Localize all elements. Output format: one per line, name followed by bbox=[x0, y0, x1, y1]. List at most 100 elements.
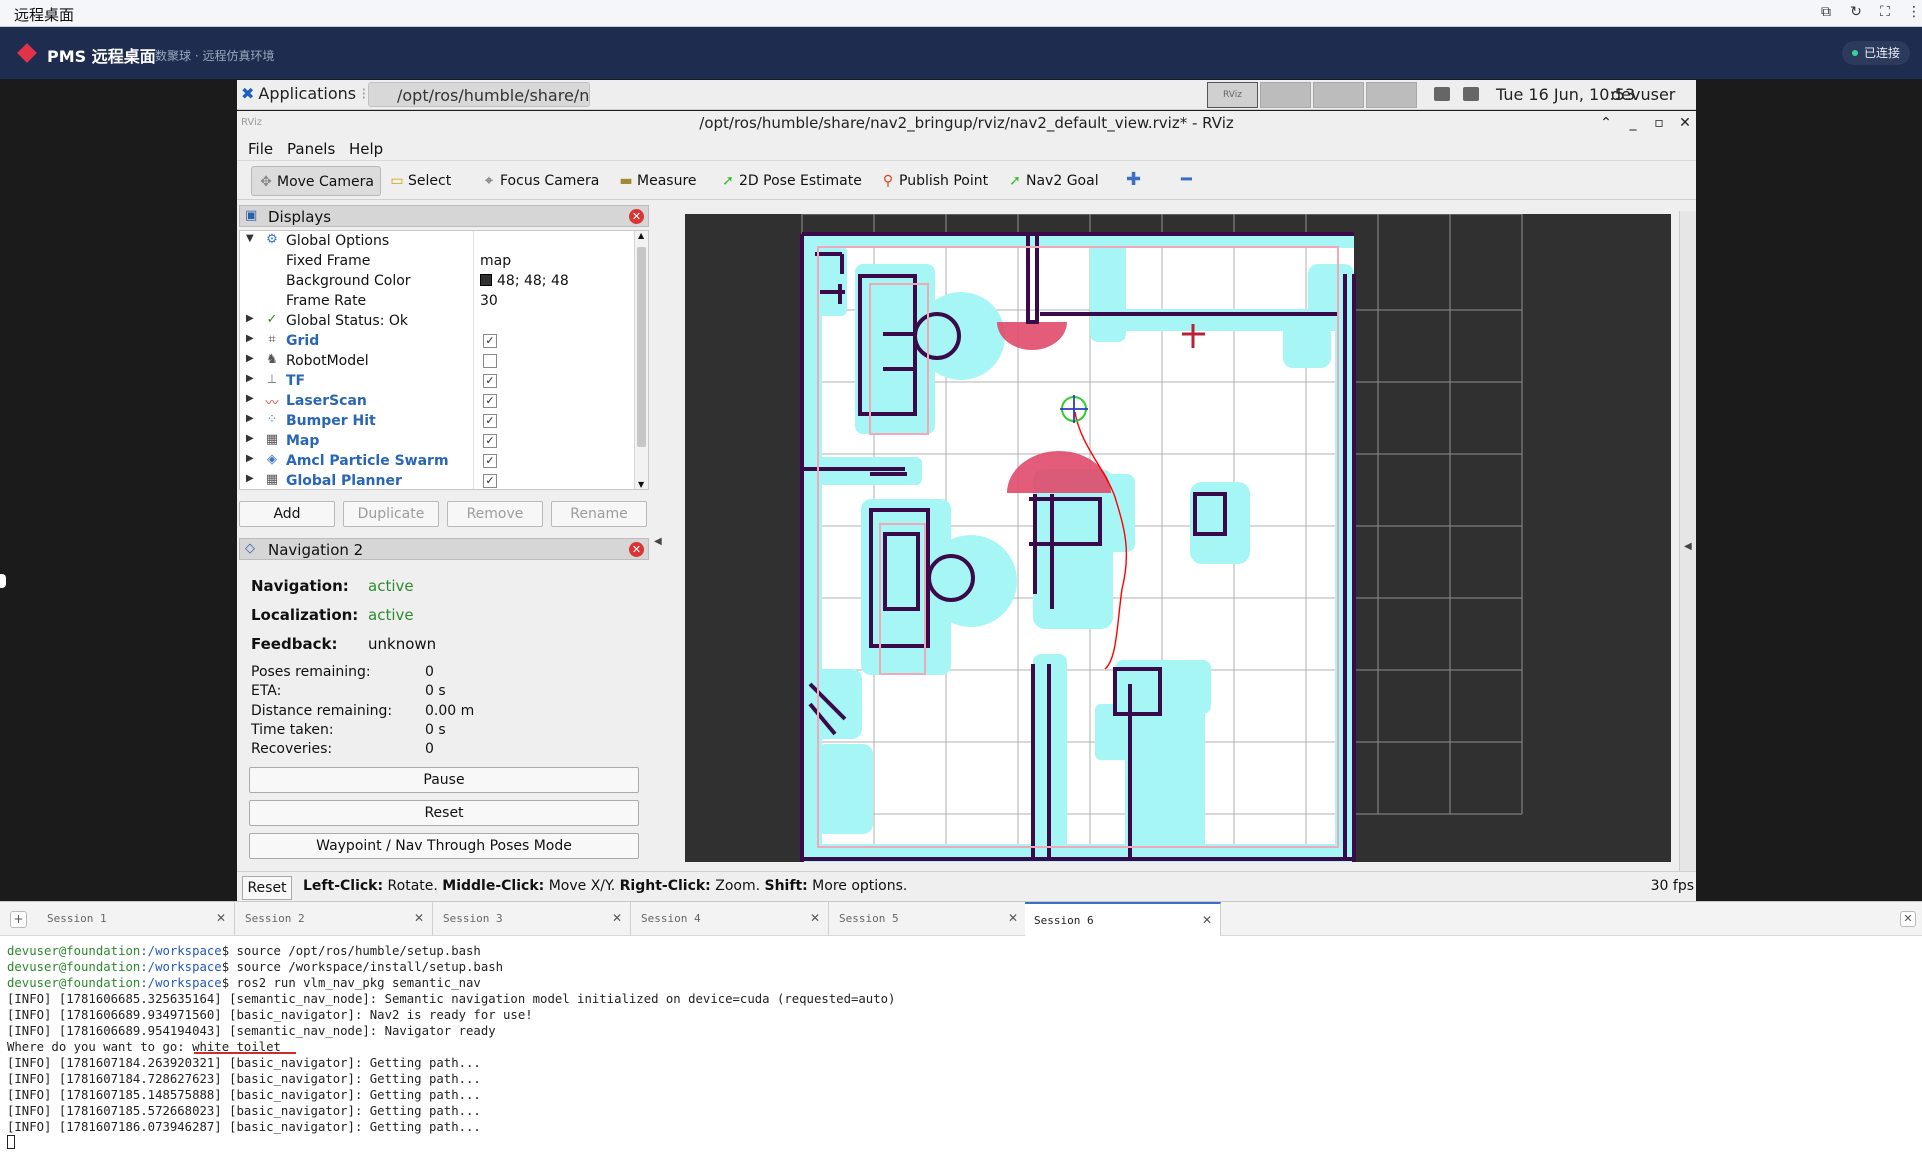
maximize-icon[interactable]: ▫ bbox=[1650, 111, 1668, 135]
tree-row-global-status[interactable]: ▶ ✓ Global Status: Ok bbox=[240, 311, 636, 331]
tray-display-icon[interactable] bbox=[1434, 87, 1450, 101]
pose-estimate-button[interactable]: ➚ 2D Pose Estimate bbox=[714, 166, 868, 196]
user-menu[interactable]: devuser bbox=[1611, 85, 1675, 104]
publish-point-button[interactable]: ⚲ Publish Point bbox=[874, 166, 994, 196]
shade-icon[interactable]: ⌃ bbox=[1597, 111, 1615, 135]
global-planner-checkbox[interactable]: ✓ bbox=[483, 474, 497, 488]
fullscreen-icon[interactable]: ⛶ bbox=[1877, 4, 1893, 20]
focus-camera-button[interactable]: ⌖ Focus Camera bbox=[475, 166, 605, 196]
background-color-value[interactable]: 48; 48; 48 bbox=[480, 273, 569, 289]
tree-row-fixed-frame[interactable]: Fixed Frame map bbox=[240, 251, 636, 271]
tab-session-4[interactable]: Session 4 ✕ bbox=[632, 902, 829, 936]
copy-icon[interactable]: ⧉ bbox=[1818, 4, 1834, 20]
select-button[interactable]: ▭ Select bbox=[383, 166, 457, 196]
tree-row-global-planner[interactable]: ▶ ▦ Global Planner ✓ bbox=[240, 471, 636, 489]
add-display-button[interactable]: Add bbox=[239, 501, 335, 527]
bumper-hit-checkbox[interactable]: ✓ bbox=[483, 414, 497, 428]
panel-splitter[interactable]: ◀ bbox=[649, 200, 667, 868]
tab-session-1[interactable]: Session 1 ✕ bbox=[38, 902, 235, 936]
fixed-frame-value[interactable]: map bbox=[480, 253, 511, 269]
collapsed-arrow-icon[interactable]: ▶ bbox=[246, 453, 254, 464]
tree-row-map[interactable]: ▶ ▦ Map ✓ bbox=[240, 431, 636, 451]
tab-session-5[interactable]: Session 5 ✕ bbox=[830, 902, 1027, 936]
menu-file[interactable]: File bbox=[248, 140, 273, 158]
tree-row-global-options[interactable]: ▼ ⚙ Global Options bbox=[240, 231, 636, 251]
displays-close-icon[interactable]: ✕ bbox=[629, 209, 644, 224]
collapse-left-icon[interactable]: ◀ bbox=[654, 536, 662, 547]
laserscan-checkbox[interactable]: ✓ bbox=[483, 394, 497, 408]
workspace-1[interactable]: RViz bbox=[1207, 82, 1258, 108]
collapsed-arrow-icon[interactable]: ▶ bbox=[246, 393, 254, 404]
add-tool-plus-icon[interactable]: ✚ bbox=[1120, 166, 1147, 196]
tf-checkbox[interactable]: ✓ bbox=[483, 374, 497, 388]
menu-help[interactable]: Help bbox=[349, 140, 383, 158]
robotmodel-checkbox[interactable] bbox=[483, 354, 497, 368]
tree-row-amcl[interactable]: ▶ ◈ Amcl Particle Swarm ✓ bbox=[240, 451, 636, 471]
tree-row-grid[interactable]: ▶ ⌗ Grid ✓ bbox=[240, 331, 636, 351]
expanded-arrow-icon[interactable]: ▼ bbox=[246, 233, 254, 244]
scroll-down-icon[interactable]: ▼ bbox=[638, 480, 644, 489]
reset-nav-button[interactable]: Reset bbox=[249, 800, 639, 826]
waypoint-mode-button[interactable]: Waypoint / Nav Through Poses Mode bbox=[249, 833, 639, 859]
collapsed-arrow-icon[interactable]: ▶ bbox=[246, 413, 254, 424]
collapsed-arrow-icon[interactable]: ▶ bbox=[246, 433, 254, 444]
tab-session-3[interactable]: Session 3 ✕ bbox=[434, 902, 631, 936]
nav2-close-icon[interactable]: ✕ bbox=[629, 542, 644, 557]
minimize-icon[interactable]: _ bbox=[1624, 111, 1642, 135]
close-tab-icon[interactable]: ✕ bbox=[414, 911, 424, 925]
close-tab-icon[interactable]: ✕ bbox=[810, 911, 820, 925]
workspace-2[interactable] bbox=[1260, 82, 1311, 108]
render-viewport[interactable] bbox=[685, 213, 1671, 862]
pause-button[interactable]: Pause bbox=[249, 767, 639, 793]
workspace-4[interactable] bbox=[1366, 82, 1417, 108]
tree-row-background-color[interactable]: Background Color 48; 48; 48 bbox=[240, 271, 636, 291]
terminal-output[interactable]: devuser@foundation:/workspace$ source /o… bbox=[0, 936, 1922, 1153]
collapsed-arrow-icon[interactable]: ▶ bbox=[246, 473, 254, 484]
amcl-checkbox[interactable]: ✓ bbox=[483, 454, 497, 468]
right-dock-handle[interactable]: ◀ bbox=[1679, 211, 1696, 871]
tree-row-laserscan[interactable]: ▶ 〰 LaserScan ✓ bbox=[240, 391, 636, 411]
pose-estimate-label: 2D Pose Estimate bbox=[739, 173, 862, 189]
tree-row-tf[interactable]: ▶ ⟂ TF ✓ bbox=[240, 371, 636, 391]
remove-tool-minus-icon[interactable]: ━ bbox=[1175, 166, 1198, 196]
refresh-icon[interactable]: ↻ bbox=[1848, 4, 1864, 20]
tab-session-2[interactable]: Session 2 ✕ bbox=[236, 902, 433, 936]
reset-view-button[interactable]: Reset bbox=[242, 876, 292, 900]
scrollbar-thumb[interactable] bbox=[637, 247, 646, 447]
scroll-up-icon[interactable]: ▲ bbox=[638, 231, 644, 240]
displays-scrollbar[interactable]: ▲ ▼ bbox=[634, 231, 648, 489]
tree-row-robotmodel[interactable]: ▶ ♞ RobotModel bbox=[240, 351, 636, 371]
taskbar-item-rviz[interactable]: /opt/ros/humble/share/n... bbox=[368, 82, 590, 107]
close-tab-icon[interactable]: ✕ bbox=[216, 911, 226, 925]
rename-display-button[interactable]: Rename bbox=[551, 501, 647, 527]
collapsed-arrow-icon[interactable]: ▶ bbox=[246, 313, 254, 324]
collapse-right-icon[interactable]: ◀ bbox=[1684, 541, 1692, 552]
close-tab-icon[interactable]: ✕ bbox=[1202, 913, 1212, 927]
side-handle[interactable] bbox=[0, 574, 6, 588]
tray-window-icon[interactable] bbox=[1463, 87, 1479, 101]
workspace-3[interactable] bbox=[1313, 82, 1364, 108]
move-camera-button[interactable]: ✥ Move Camera bbox=[251, 166, 381, 196]
new-session-button[interactable]: + bbox=[10, 911, 27, 928]
collapsed-arrow-icon[interactable]: ▶ bbox=[246, 353, 254, 364]
close-tab-icon[interactable]: ✕ bbox=[612, 911, 622, 925]
grid-checkbox[interactable]: ✓ bbox=[483, 334, 497, 348]
close-panel-icon[interactable]: ✕ bbox=[1900, 911, 1916, 927]
tree-row-frame-rate[interactable]: Frame Rate 30 bbox=[240, 291, 636, 311]
frame-rate-value[interactable]: 30 bbox=[480, 293, 498, 309]
applications-menu[interactable]: ✖ Applications ⁝ bbox=[241, 84, 366, 103]
remove-display-button[interactable]: Remove bbox=[447, 501, 543, 527]
tree-row-bumper-hit[interactable]: ▶ ⁘ Bumper Hit ✓ bbox=[240, 411, 636, 431]
measure-button[interactable]: ▬ Measure bbox=[612, 166, 703, 196]
duplicate-display-button[interactable]: Duplicate bbox=[343, 501, 439, 527]
collapsed-arrow-icon[interactable]: ▶ bbox=[246, 333, 254, 344]
map-checkbox[interactable]: ✓ bbox=[483, 434, 497, 448]
close-icon[interactable]: ✕ bbox=[1676, 111, 1694, 135]
collapsed-arrow-icon[interactable]: ▶ bbox=[246, 373, 254, 384]
close-tab-icon[interactable]: ✕ bbox=[1008, 911, 1018, 925]
nav2-goal-button[interactable]: ➚ Nav2 Goal bbox=[1001, 166, 1105, 196]
tab-session-6[interactable]: Session 6 ✕ bbox=[1025, 902, 1221, 936]
more-icon[interactable]: ⋮ bbox=[1906, 4, 1922, 20]
map-pin-icon: ⚲ bbox=[882, 173, 894, 189]
menu-panels[interactable]: Panels bbox=[287, 140, 335, 158]
